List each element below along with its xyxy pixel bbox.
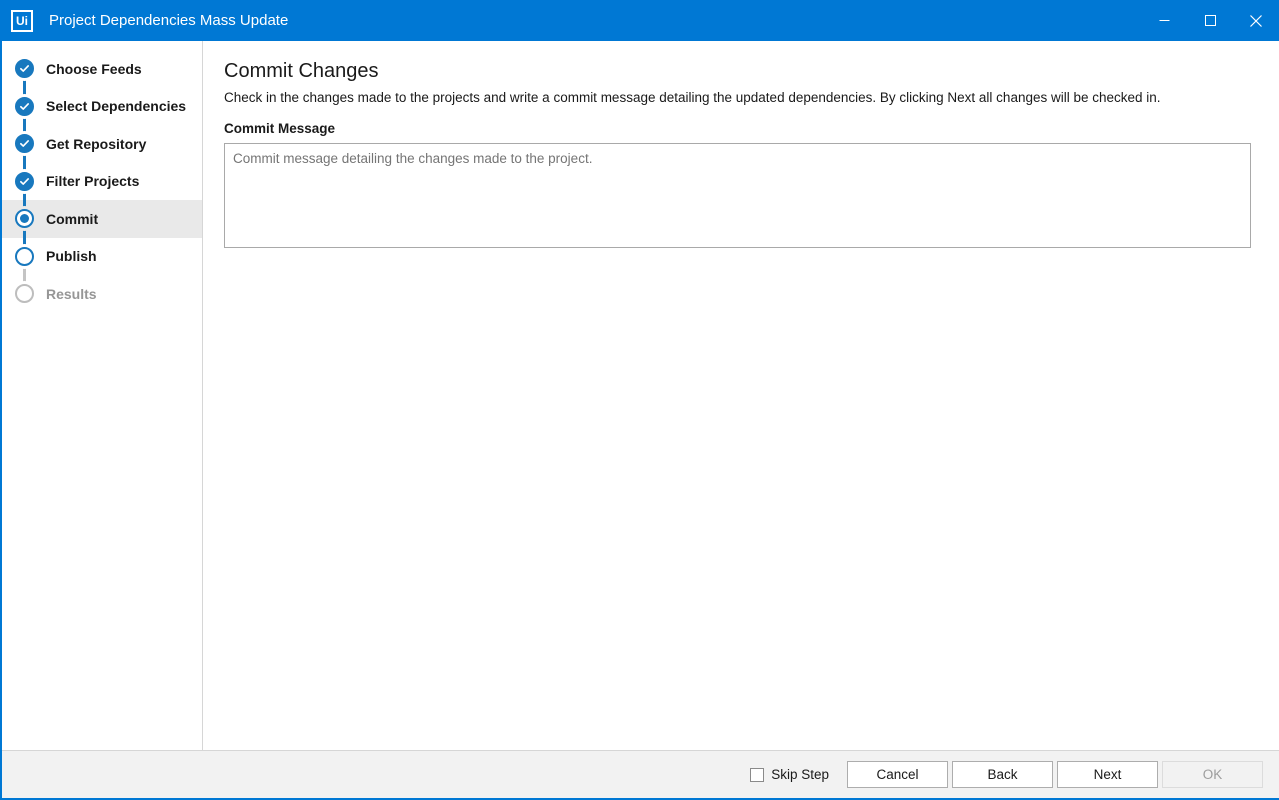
commit-message-input[interactable]	[224, 143, 1251, 248]
window-controls	[1141, 0, 1279, 41]
close-icon[interactable]	[1233, 0, 1279, 41]
step-current-dot	[20, 214, 29, 223]
window-body: Choose Feeds Select Dependencies	[2, 41, 1279, 750]
sidebar-item-label: Select Dependencies	[46, 98, 186, 114]
step-status-check-icon	[15, 59, 34, 78]
sidebar-item-commit[interactable]: Commit	[2, 200, 202, 238]
main-content: Commit Changes Check in the changes made…	[203, 41, 1279, 750]
step-marker	[2, 125, 46, 163]
page-title: Commit Changes	[224, 60, 1257, 83]
step-status-disabled-icon	[15, 284, 34, 303]
step-marker	[2, 238, 46, 276]
title-bar[interactable]: Ui Project Dependencies Mass Update	[2, 0, 1279, 41]
step-status-check-icon	[15, 172, 34, 191]
app-logo-icon: Ui	[11, 10, 33, 32]
sidebar-item-choose-feeds[interactable]: Choose Feeds	[2, 50, 202, 88]
page-description: Check in the changes made to the project…	[224, 90, 1257, 105]
window-title: Project Dependencies Mass Update	[49, 12, 288, 29]
step-status-current-icon	[15, 209, 34, 228]
sidebar-item-label: Choose Feeds	[46, 61, 142, 77]
back-button[interactable]: Back	[952, 761, 1053, 788]
skip-step-checkbox[interactable]	[750, 768, 764, 782]
sidebar-item-filter-projects[interactable]: Filter Projects	[2, 163, 202, 201]
sidebar-item-label: Publish	[46, 248, 97, 264]
step-status-pending-icon	[15, 247, 34, 266]
next-button[interactable]: Next	[1057, 761, 1158, 788]
step-status-check-icon	[15, 134, 34, 153]
minimize-icon[interactable]	[1141, 0, 1187, 41]
sidebar-item-results[interactable]: Results	[2, 275, 202, 313]
step-marker	[2, 200, 46, 238]
step-marker	[2, 88, 46, 126]
ok-button: OK	[1162, 761, 1263, 788]
commit-message-label: Commit Message	[224, 121, 1257, 136]
step-marker	[2, 163, 46, 201]
skip-step-control[interactable]: Skip Step	[750, 767, 829, 782]
skip-step-label: Skip Step	[771, 767, 829, 782]
sidebar-item-select-dependencies[interactable]: Select Dependencies	[2, 88, 202, 126]
step-status-check-icon	[15, 97, 34, 116]
sidebar-item-get-repository[interactable]: Get Repository	[2, 125, 202, 163]
application-window: Ui Project Dependencies Mass Update	[0, 0, 1279, 800]
step-marker	[2, 275, 46, 313]
sidebar-item-label: Filter Projects	[46, 173, 139, 189]
sidebar-item-label: Results	[46, 286, 97, 302]
footer-bar: Skip Step Cancel Back Next OK	[2, 750, 1279, 798]
cancel-button[interactable]: Cancel	[847, 761, 948, 788]
sidebar-item-publish[interactable]: Publish	[2, 238, 202, 276]
wizard-step-list: Choose Feeds Select Dependencies	[2, 41, 203, 750]
sidebar-item-label: Get Repository	[46, 136, 146, 152]
maximize-icon[interactable]	[1187, 0, 1233, 41]
step-marker	[2, 50, 46, 88]
sidebar-item-label: Commit	[46, 211, 98, 227]
